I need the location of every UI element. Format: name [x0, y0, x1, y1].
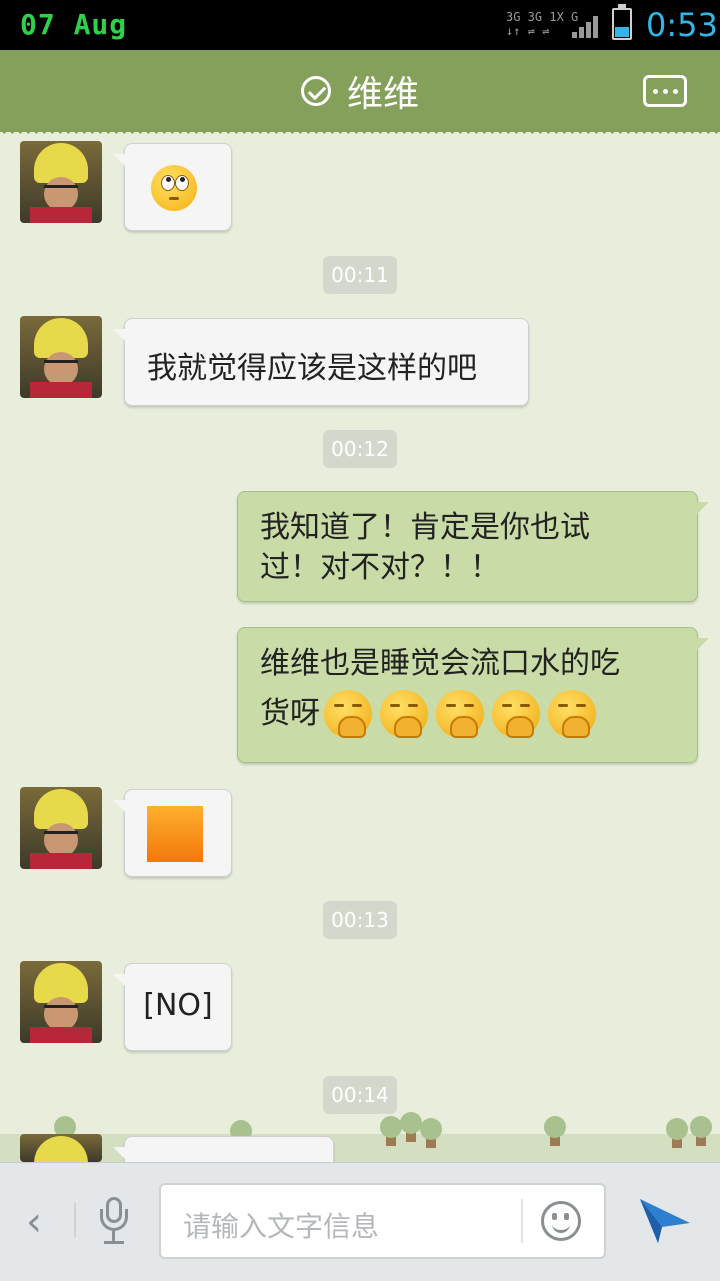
message-text: 我就觉得应该是这样的吧: [147, 351, 477, 386]
message-input[interactable]: 请输入文字信息: [159, 1183, 606, 1259]
contact-avatar[interactable]: [20, 141, 102, 223]
message-timestamp: 00:13: [323, 901, 397, 939]
dot-icon: [662, 88, 668, 94]
yawn-emoji-icon: [548, 690, 596, 738]
yawn-emoji-icon: [380, 690, 428, 738]
tree-decoration: [380, 1116, 402, 1146]
message-text-line: 我知道了！肯定是你也试: [260, 510, 590, 545]
message-bubble-received[interactable]: [113, 143, 232, 231]
contact-avatar[interactable]: [20, 787, 102, 869]
chat-background-landscape: [0, 1108, 720, 1162]
message-bubble-received[interactable]: [113, 789, 232, 877]
contact-avatar[interactable]: [20, 1134, 102, 1162]
orange-image[interactable]: [147, 806, 203, 862]
network-type-label: 3G 3G 1X G: [506, 10, 579, 24]
yawn-emoji-icon: [436, 690, 484, 738]
message-bubble-received-partial[interactable]: [113, 1136, 334, 1162]
back-chevron-icon[interactable]: ‹: [26, 1199, 42, 1245]
contact-avatar[interactable]: [20, 316, 102, 398]
network-indicators: 3G 3G 1X G ↓↑ ⇌ ⇌: [506, 10, 578, 38]
battery-icon: [612, 4, 632, 40]
message-bubble-sent[interactable]: 维维也是睡觉会流口水的吃 货呀: [237, 627, 709, 763]
yawn-emoji-icon: [492, 690, 540, 738]
message-text-line-with-emoji: 货呀: [260, 690, 675, 738]
message-text: 货呀: [260, 696, 320, 731]
hill-shape: [0, 1134, 720, 1162]
message-input-placeholder: 请输入文字信息: [183, 1210, 380, 1243]
message-bubble-sent[interactable]: 我知道了！肯定是你也试 过！对不对？！！: [237, 491, 709, 602]
contact-avatar[interactable]: [20, 961, 102, 1043]
input-separator: [521, 1199, 523, 1243]
chat-title: 维维: [346, 74, 419, 115]
message-text-line: 过！对不对？！！: [260, 550, 500, 585]
battery-level: [615, 27, 629, 37]
emoji-smiley-icon[interactable]: [541, 1201, 581, 1241]
tree-decoration: [690, 1116, 712, 1146]
status-date: 07 Aug: [20, 8, 128, 41]
rolling-eyes-emoji-icon: [151, 165, 197, 211]
yawn-emoji-icon: [324, 690, 372, 738]
chat-more-button[interactable]: [643, 75, 687, 107]
message-timestamp: 00:12: [323, 430, 397, 468]
chat-title-group: 维维: [0, 50, 720, 132]
tree-decoration: [666, 1118, 688, 1148]
message-timestamp: 00:11: [323, 256, 397, 294]
message-text-line: 维维也是睡觉会流口水的吃: [260, 646, 620, 681]
message-bubble-received[interactable]: [NO]: [113, 963, 232, 1051]
status-bar: 07 Aug 3G 3G 1X G ↓↑ ⇌ ⇌ 0:53: [0, 0, 720, 50]
message-bubble-received[interactable]: 我就觉得应该是这样的吧: [113, 318, 529, 406]
input-bar: ‹ 请输入文字信息: [0, 1162, 720, 1281]
dot-icon: [652, 88, 658, 94]
signal-icon: [572, 16, 598, 38]
input-divider: [74, 1203, 76, 1237]
network-activity-label: ↓↑ ⇌ ⇌: [506, 24, 550, 38]
tree-decoration: [544, 1116, 566, 1146]
message-text: [NO]: [143, 988, 213, 1023]
microphone-icon[interactable]: [100, 1197, 128, 1247]
online-check-icon: [300, 76, 331, 106]
send-plane-icon[interactable]: [638, 1193, 692, 1247]
tree-decoration: [400, 1112, 422, 1142]
dot-icon: [672, 88, 678, 94]
tree-decoration: [420, 1118, 442, 1148]
status-time: 0:53: [646, 6, 718, 44]
